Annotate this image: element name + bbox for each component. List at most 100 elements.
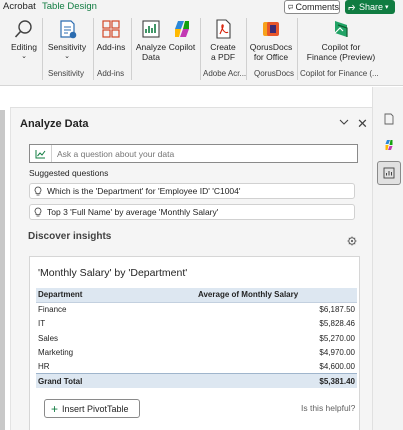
dept-cell: HR	[38, 361, 50, 371]
ribbon-divider	[297, 18, 298, 80]
grand-total-value: $5,381.40	[196, 373, 357, 389]
analyze-label-1: Analyze	[135, 42, 167, 52]
copilot-label: Copilot	[168, 42, 196, 52]
group-sensitivity: Sensitivity	[48, 69, 85, 78]
share-icon	[348, 4, 356, 11]
qorusdocs-label-2: for Office	[253, 52, 289, 62]
ribbon-divider	[131, 18, 132, 80]
chevron-down-icon: ▾	[385, 4, 389, 11]
sheet-edge	[0, 110, 5, 430]
chevron-down-icon: ⌄	[64, 53, 70, 60]
insight-card: 'Monthly Salary' by 'Department' Departm…	[29, 256, 360, 430]
addins-label: Add-ins	[96, 42, 126, 52]
insert-pivottable-label: Insert PivotTable	[62, 403, 129, 414]
lightbulb-icon	[34, 207, 42, 217]
value-cell: $4,600.00	[319, 361, 355, 371]
column-header: Department	[36, 288, 196, 303]
sensitivity-button[interactable]: Sensitivity ⌄	[44, 18, 90, 62]
table-row: IT $5,828.46	[36, 317, 357, 331]
pivot-table: Department Average of Monthly Salary Fin…	[36, 288, 357, 389]
suggested-questions-label: Suggested questions	[29, 168, 109, 178]
rail-analyze-data-button[interactable]	[377, 161, 401, 185]
lightbulb-icon	[34, 186, 42, 196]
pane-title: Analyze Data	[20, 118, 89, 130]
suggested-question[interactable]: Top 3 'Full Name' by average 'Monthly Sa…	[29, 204, 355, 220]
copilot-icon	[385, 140, 393, 150]
analyze-chart-icon	[30, 145, 52, 162]
addins-icon	[102, 20, 120, 38]
chevron-down-icon[interactable]	[339, 119, 349, 126]
share-button[interactable]: Share ▾	[345, 0, 395, 14]
qorusdocs-label-1: QorusDocs	[249, 42, 293, 52]
analyze-label-2: Data	[142, 52, 160, 62]
table-row: HR $4,600.00	[36, 359, 357, 373]
grand-total-row: Grand Total $5,381.40	[36, 373, 357, 389]
share-label: Share	[359, 2, 384, 12]
dept-cell: IT	[38, 319, 46, 329]
suggested-question-text: Top 3 'Full Name' by average 'Monthly Sa…	[47, 207, 219, 217]
ribbon-divider	[42, 18, 43, 80]
rail-copilot-button[interactable]	[377, 133, 401, 157]
close-icon[interactable]: ✕	[357, 116, 368, 132]
qorusdocs-icon	[263, 22, 279, 36]
dept-cell: Sales	[38, 333, 59, 343]
editing-label: Editing	[11, 42, 37, 52]
analyze-data-pane: Analyze Data ✕ Suggested questions Which…	[10, 108, 372, 430]
create-pdf-label-1: Create	[210, 42, 236, 52]
copilot-icon	[175, 21, 189, 37]
copilot-finance-label-1: Copilot for	[321, 42, 361, 52]
rail-document-button[interactable]	[377, 107, 401, 131]
comments-label: Comments	[295, 2, 339, 12]
addins-button[interactable]: Add-ins	[95, 18, 127, 52]
plus-icon: +	[51, 401, 59, 416]
copilot-finance-button[interactable]: Copilot for Finance (Preview)	[302, 18, 380, 62]
chevron-down-icon: ⌄	[21, 53, 27, 60]
table-row: Sales $5,270.00	[36, 331, 357, 345]
sensitivity-icon	[60, 20, 77, 39]
gear-icon[interactable]	[347, 236, 357, 246]
comment-icon	[288, 4, 294, 10]
ribbon-divider	[200, 18, 201, 80]
ribbon-divider	[246, 18, 247, 80]
create-pdf-label-2: a PDF	[210, 52, 236, 62]
column-header: Average of Monthly Salary	[196, 288, 357, 303]
tab-acrobat[interactable]: Acrobat	[3, 1, 36, 12]
comments-button[interactable]: Comments	[284, 0, 340, 14]
value-cell: $6,187.50	[319, 305, 355, 315]
copilot-finance-icon	[334, 21, 348, 37]
table-row: Marketing $4,970.00	[36, 345, 357, 359]
document-icon	[384, 113, 394, 125]
table-row: Finance $6,187.50	[36, 302, 357, 316]
dept-cell: Marketing	[38, 347, 74, 357]
sensitivity-label: Sensitivity	[47, 42, 87, 52]
analyze-data-button[interactable]: Analyze Data	[134, 18, 168, 62]
suggested-question[interactable]: Which is the 'Department' for 'Employee …	[29, 183, 355, 199]
qorusdocs-button[interactable]: QorusDocs for Office	[249, 18, 293, 62]
dept-cell: Finance	[38, 305, 67, 315]
copilot-button[interactable]: Copilot	[167, 18, 197, 52]
create-pdf-button[interactable]: Create a PDF	[205, 18, 241, 62]
ask-question-box[interactable]	[29, 144, 358, 163]
group-copilot-finance: Copilot for Finance (...	[300, 69, 379, 78]
insight-title: 'Monthly Salary' by 'Department'	[38, 267, 188, 279]
insert-pivottable-button[interactable]: + Insert PivotTable	[44, 399, 140, 418]
group-adobe: Adobe Acr...	[203, 69, 247, 78]
pdf-icon	[216, 19, 231, 39]
group-qorusdocs: QorusDocs	[254, 69, 295, 78]
value-cell: $5,828.46	[319, 319, 355, 329]
side-rail	[372, 87, 403, 430]
tab-table-design[interactable]: Table Design	[42, 1, 97, 12]
search-icon	[14, 20, 32, 38]
ribbon: Editing ⌄ Sensitivity ⌄ Sensitivity Add-…	[0, 14, 403, 86]
grand-total-label: Grand Total	[36, 373, 196, 389]
ask-question-input[interactable]	[52, 148, 352, 159]
table-header-row: Department Average of Monthly Salary	[36, 288, 357, 303]
value-cell: $5,270.00	[319, 333, 355, 343]
editing-button[interactable]: Editing ⌄	[7, 18, 41, 62]
suggested-question-text: Which is the 'Department' for 'Employee …	[47, 186, 241, 196]
analyze-data-icon	[142, 20, 160, 38]
ribbon-tab-bar: Acrobat Table Design Comments Share ▾	[0, 0, 403, 14]
discover-insights-label: Discover insights	[28, 231, 112, 242]
feedback-prompt: Is this helpful?	[301, 403, 356, 413]
ribbon-divider	[93, 18, 94, 80]
